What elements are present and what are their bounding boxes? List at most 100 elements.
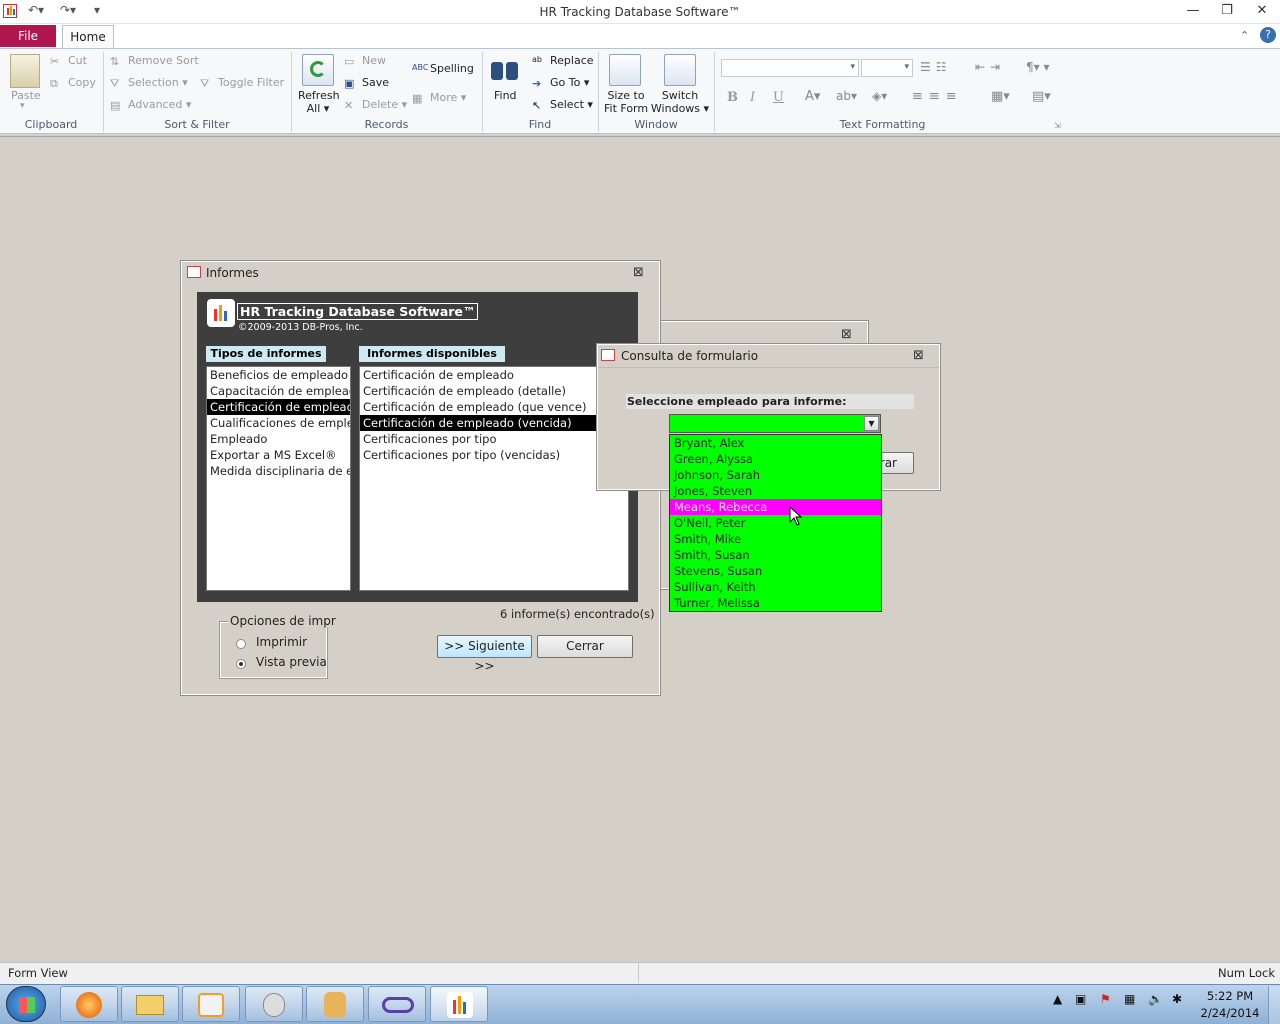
- alternate-row-color-icon[interactable]: ▤▾: [1032, 89, 1051, 104]
- refresh-all-button[interactable]: Refresh All ▾: [298, 89, 340, 115]
- employee-option[interactable]: Green, Alyssa: [670, 451, 881, 467]
- align-icons[interactable]: ≡≡≡: [912, 89, 963, 104]
- app-taskbar-button[interactable]: [245, 986, 303, 1022]
- highlight-color-icon[interactable]: ab▾: [836, 89, 857, 103]
- show-hidden-icons[interactable]: ▲: [1053, 992, 1062, 1006]
- tab-file[interactable]: File: [0, 25, 56, 47]
- bold-button[interactable]: B: [727, 90, 738, 105]
- remove-sort-icon: ⇅: [110, 54, 120, 68]
- size-to-fit-button[interactable]: Size to Fit Form: [604, 89, 648, 115]
- clock-time[interactable]: 5:22 PM: [1200, 989, 1260, 1003]
- employee-option[interactable]: Johnson, Sarah: [670, 467, 881, 483]
- indent-icon[interactable]: ⇤⇥: [975, 60, 1005, 74]
- explorer-taskbar-button[interactable]: [121, 986, 179, 1022]
- employee-option[interactable]: Jones, Steven: [670, 483, 881, 499]
- find-button[interactable]: Find: [494, 89, 517, 102]
- gridlines-icon[interactable]: ▦▾: [991, 89, 1010, 104]
- save-record-button[interactable]: ▣ Save: [344, 76, 389, 90]
- copy-label: Copy: [68, 76, 96, 89]
- available-reports-list[interactable]: Certificación de empleado Certificación d…: [359, 366, 629, 591]
- print-radio[interactable]: [236, 639, 246, 649]
- close-icon[interactable]: ⊠: [841, 327, 852, 342]
- select-label: Select: [550, 98, 584, 111]
- informes-title: Informes: [206, 266, 259, 280]
- font-size-select[interactable]: ▾: [861, 59, 913, 77]
- hr-tracking-taskbar-button[interactable]: [430, 986, 488, 1022]
- minimize-button[interactable]: —: [1176, 0, 1210, 22]
- employee-option[interactable]: Bryant, Alex: [670, 435, 881, 451]
- font-color-icon[interactable]: A▾: [805, 89, 820, 104]
- underline-button[interactable]: U: [773, 90, 784, 105]
- employee-option[interactable]: Turner, Melissa: [670, 595, 881, 611]
- more-icon: ▦: [412, 91, 423, 105]
- network-icon[interactable]: ▦: [1124, 992, 1135, 1006]
- consulta-close-icon[interactable]: ⊠: [913, 348, 924, 363]
- report-type-item[interactable]: Medida disciplinaria de empleado: [207, 463, 350, 479]
- switch-windows-button[interactable]: Switch Windows ▾: [650, 89, 710, 115]
- bluetooth-icon[interactable]: ✱: [1172, 992, 1182, 1006]
- action-center-flag-icon[interactable]: ⚑: [1100, 992, 1111, 1006]
- media-player-taskbar-button[interactable]: [182, 986, 240, 1022]
- new-record-button[interactable]: ▭ New: [344, 54, 386, 68]
- collapse-ribbon-icon[interactable]: ⌃: [1240, 29, 1249, 42]
- delete-record-button[interactable]: ✕ Delete ▾: [344, 98, 407, 112]
- next-button[interactable]: >> Siguiente >>: [437, 635, 532, 673]
- paragraph-direction-icon[interactable]: ¶▾ ▾: [1026, 60, 1050, 74]
- employee-option[interactable]: Stevens, Susan: [670, 563, 881, 579]
- employee-dropdown-list[interactable]: Bryant, Alex Green, Alyssa Johnson, Sarah J…: [669, 434, 882, 612]
- employee-option[interactable]: Sullivan, Keith: [670, 579, 881, 595]
- report-type-item[interactable]: Capacitación de empleado: [207, 383, 350, 399]
- report-type-item[interactable]: Exportar a MS Excel®: [207, 447, 350, 463]
- chevron-down-icon[interactable]: ▼: [864, 416, 879, 431]
- available-report-item[interactable]: Certificación de empleado (que vence): [360, 399, 628, 415]
- select-button[interactable]: ↖ Select ▾: [532, 98, 593, 112]
- employee-option[interactable]: Smith, Mike: [670, 531, 881, 547]
- employee-option[interactable]: Smith, Susan: [670, 547, 881, 563]
- replace-button[interactable]: ab Replace: [532, 54, 594, 68]
- selection-button[interactable]: ⛛ Selection ▾: [110, 76, 188, 90]
- goto-button[interactable]: ➔ Go To ▾: [532, 76, 589, 90]
- restore-button[interactable]: ❐: [1210, 0, 1244, 22]
- informes-close-icon[interactable]: ⊠: [633, 265, 644, 280]
- close-button[interactable]: ✕: [1245, 0, 1279, 22]
- dialog-launcher-icon[interactable]: ⇲: [1054, 121, 1061, 130]
- toggle-filter-button[interactable]: ⛛ Toggle Filter: [200, 76, 284, 90]
- employee-option[interactable]: O'Neil, Peter: [670, 515, 881, 531]
- firefox-taskbar-button[interactable]: [60, 986, 118, 1022]
- report-type-item[interactable]: Empleado: [207, 431, 350, 447]
- available-report-item[interactable]: Certificación de empleado (detalle): [360, 383, 628, 399]
- report-type-item[interactable]: Beneficios de empleado: [207, 367, 350, 383]
- cut-button[interactable]: ✂ Cut: [50, 54, 87, 68]
- list-bullets-icon[interactable]: ☰☷: [920, 60, 952, 74]
- font-name-select[interactable]: ▾: [721, 59, 859, 77]
- help-icon[interactable]: ?: [1260, 27, 1276, 43]
- tray-app-icon[interactable]: ▣: [1075, 992, 1086, 1006]
- visual-studio-taskbar-button[interactable]: [368, 986, 426, 1022]
- preview-radio[interactable]: [236, 659, 246, 669]
- available-report-item[interactable]: Certificación de empleado: [360, 367, 628, 383]
- clock-date[interactable]: 2/24/2014: [1200, 1006, 1260, 1020]
- volume-icon[interactable]: 🔈: [1148, 992, 1163, 1006]
- report-type-item[interactable]: Certificación de empleado: [207, 399, 350, 415]
- remove-sort-button[interactable]: ⇅ Remove Sort: [110, 54, 199, 68]
- tab-home[interactable]: Home: [62, 25, 114, 49]
- employee-combobox[interactable]: ▼: [669, 414, 881, 433]
- show-desktop-button[interactable]: [1268, 986, 1280, 1024]
- employee-option[interactable]: Means, Rebecca: [670, 499, 881, 515]
- italic-button[interactable]: I: [750, 90, 755, 105]
- paste-button[interactable]: Paste: [11, 89, 41, 102]
- start-button[interactable]: [6, 986, 46, 1022]
- advanced-button[interactable]: ▤ Advanced ▾: [110, 98, 191, 112]
- spelling-button[interactable]: ABC Spelling: [412, 62, 474, 76]
- fill-color-icon[interactable]: ◈▾: [872, 89, 887, 103]
- available-report-item[interactable]: Certificación de empleado (vencida): [360, 415, 628, 431]
- report-type-item[interactable]: Cualificaciones de empleado: [207, 415, 350, 431]
- available-report-item[interactable]: Certificaciones por tipo: [360, 431, 628, 447]
- paste-dropdown-icon[interactable]: ▾: [20, 101, 25, 111]
- report-types-list[interactable]: Beneficios de empleado Capacitación de em…: [206, 366, 351, 591]
- copy-button[interactable]: ⧉ Copy: [50, 76, 96, 90]
- close-report-button[interactable]: Cerrar: [537, 635, 633, 658]
- users-taskbar-button[interactable]: [306, 986, 364, 1022]
- available-report-item[interactable]: Certificaciones por tipo (vencidas): [360, 447, 628, 463]
- more-button[interactable]: ▦ More ▾: [412, 91, 466, 105]
